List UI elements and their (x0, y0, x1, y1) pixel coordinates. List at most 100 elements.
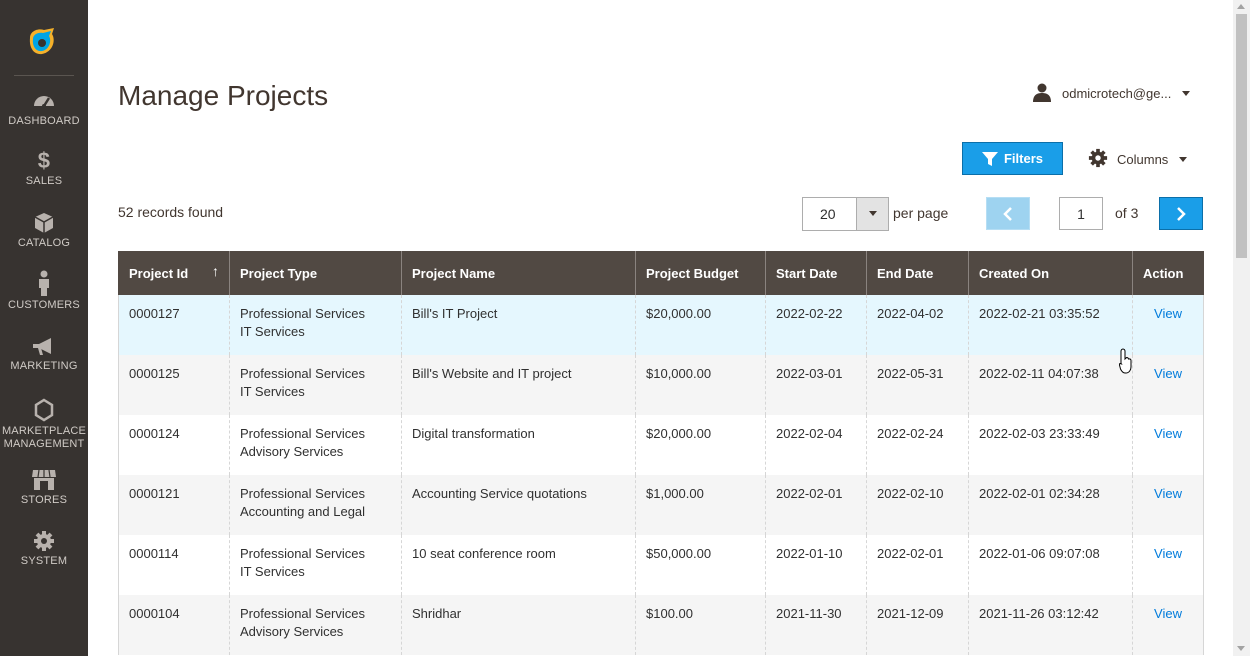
cell-created-on: 2022-02-03 23:33:49 (968, 415, 1133, 475)
page-title: Manage Projects (118, 80, 329, 111)
sidebar-item-customers[interactable]: CUSTOMERS (0, 270, 88, 312)
cell-project-name: 10 seat conference room (401, 535, 636, 595)
cell-project-name: Bill's IT Project (401, 295, 636, 355)
cell-action: View (1132, 535, 1204, 595)
cell-project-budget: $20,000.00 (635, 415, 766, 475)
previous-page-button[interactable] (986, 197, 1030, 230)
person-icon (0, 270, 88, 296)
sidebar-item-marketing[interactable]: MARKETING (0, 337, 88, 373)
vertical-scrollbar[interactable] (1233, 0, 1250, 656)
cell-project-type: Professional Services IT Services (229, 535, 402, 595)
cell-project-name: Digital transformation (401, 415, 636, 475)
cell-project-id: 0000114 (118, 535, 230, 595)
sidebar-item-catalog[interactable]: CATALOG (0, 212, 88, 250)
scroll-down-arrow-icon[interactable] (1237, 646, 1245, 651)
column-header-project-budget[interactable]: Project Budget (635, 251, 766, 295)
user-account-menu[interactable]: odmicrotech@ge... (1032, 82, 1190, 104)
cell-end-date: 2021-12-09 (866, 595, 969, 655)
cell-project-type: Professional Services IT Services (229, 355, 402, 415)
filters-button[interactable]: Filters (962, 142, 1063, 175)
app-logo-icon[interactable] (24, 24, 60, 60)
table-row[interactable]: 0000121 Professional Services Accounting … (118, 475, 1204, 535)
sidebar-item-stores[interactable]: STORES (0, 469, 88, 507)
cell-action: View (1132, 415, 1204, 475)
funnel-icon (981, 151, 998, 166)
sort-ascending-icon: ↑ (212, 263, 219, 279)
mouse-pointer-icon (1118, 348, 1133, 379)
cell-project-type: Professional Services Advisory Services (229, 415, 402, 475)
table-row[interactable]: 0000127 Professional Services IT Services… (118, 295, 1204, 355)
chevron-down-icon (1182, 90, 1190, 96)
cell-end-date: 2022-04-02 (866, 295, 969, 355)
column-header-action: Action (1132, 251, 1204, 295)
cell-project-name: Accounting Service quotations (401, 475, 636, 535)
sidebar-item-system[interactable]: SYSTEM (0, 530, 88, 568)
per-page-select[interactable]: 20 (802, 197, 889, 231)
cell-action: View (1132, 355, 1204, 415)
cell-project-id: 0000127 (118, 295, 230, 355)
view-link[interactable]: View (1154, 426, 1182, 441)
cell-created-on: 2021-11-26 03:12:42 (968, 595, 1133, 655)
chevron-down-icon (869, 211, 877, 216)
cell-action: View (1132, 295, 1204, 355)
sidebar-item-marketplace-management[interactable]: MARKETPLACE MANAGEMENT (0, 398, 88, 451)
per-page-label: per page (893, 205, 949, 221)
total-pages: of 3 (1115, 205, 1139, 221)
table-row[interactable]: 0000114 Professional Services IT Services… (118, 535, 1204, 595)
cell-created-on: 2022-02-11 04:07:38 (968, 355, 1133, 415)
storefront-icon (0, 469, 88, 491)
filters-button-label: Filters (1003, 151, 1043, 166)
table-row[interactable]: 0000104 Professional Services Advisory Se… (118, 595, 1204, 655)
table-header-row: Project Id ↑ Project Type Project Name Pr… (118, 251, 1204, 295)
per-page-value: 20 (820, 206, 836, 222)
current-page-input[interactable] (1059, 197, 1103, 230)
cell-start-date: 2022-01-10 (765, 535, 867, 595)
column-header-created-on[interactable]: Created On (968, 251, 1133, 295)
view-link[interactable]: View (1154, 366, 1182, 381)
cell-created-on: 2022-01-06 09:07:08 (968, 535, 1133, 595)
scroll-up-arrow-icon[interactable] (1237, 4, 1245, 9)
column-header-project-type[interactable]: Project Type (229, 251, 402, 295)
cell-project-budget: $20,000.00 (635, 295, 766, 355)
column-header-end-date[interactable]: End Date (866, 251, 969, 295)
view-link[interactable]: View (1154, 306, 1182, 321)
table-row[interactable]: 0000125 Professional Services IT Services… (118, 355, 1204, 415)
sidebar-item-dashboard[interactable]: DASHBOARD (0, 90, 88, 128)
sidebar-item-sales[interactable]: $ SALES (0, 150, 88, 188)
records-count: 52 records found (118, 204, 224, 220)
scrollbar-thumb[interactable] (1236, 14, 1247, 258)
admin-sidebar: DASHBOARD $ SALES CATALOG CUSTOMERS MARK… (0, 0, 88, 656)
gear-icon (0, 530, 88, 552)
cell-start-date: 2022-02-04 (765, 415, 867, 475)
per-page-toggle[interactable] (856, 198, 888, 230)
column-header-project-id[interactable]: Project Id ↑ (118, 251, 230, 295)
user-icon (1032, 82, 1052, 105)
gear-icon (1088, 148, 1108, 171)
cell-project-budget: $100.00 (635, 595, 766, 655)
hexagon-icon (0, 398, 88, 422)
cell-start-date: 2021-11-30 (765, 595, 867, 655)
cell-project-id: 0000121 (118, 475, 230, 535)
cell-project-type: Professional Services IT Services (229, 295, 402, 355)
cell-project-name: Shridhar (401, 595, 636, 655)
column-header-start-date[interactable]: Start Date (765, 251, 867, 295)
cell-project-budget: $50,000.00 (635, 535, 766, 595)
view-link[interactable]: View (1154, 606, 1182, 621)
view-link[interactable]: View (1154, 486, 1182, 501)
columns-button[interactable]: Columns (1088, 148, 1188, 171)
chevron-right-icon (1177, 207, 1186, 221)
box-icon (0, 212, 88, 234)
table-row[interactable]: 0000124 Professional Services Advisory Se… (118, 415, 1204, 475)
cell-end-date: 2022-02-01 (866, 535, 969, 595)
cell-project-budget: $10,000.00 (635, 355, 766, 415)
cell-created-on: 2022-02-21 03:35:52 (968, 295, 1133, 355)
cell-created-on: 2022-02-01 02:34:28 (968, 475, 1133, 535)
cell-end-date: 2022-05-31 (866, 355, 969, 415)
chevron-left-icon (1003, 207, 1012, 221)
view-link[interactable]: View (1154, 546, 1182, 561)
cell-end-date: 2022-02-10 (866, 475, 969, 535)
cell-end-date: 2022-02-24 (866, 415, 969, 475)
cell-project-id: 0000104 (118, 595, 230, 655)
column-header-project-name[interactable]: Project Name (401, 251, 636, 295)
next-page-button[interactable] (1159, 197, 1203, 230)
